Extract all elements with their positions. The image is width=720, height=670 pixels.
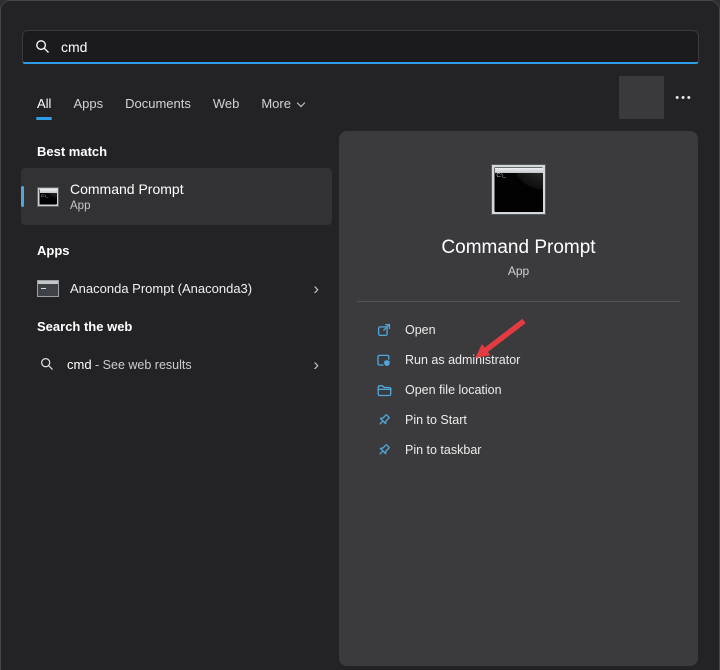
chevron-down-icon (297, 99, 305, 107)
action-label: Open file location (405, 383, 502, 397)
divider (357, 301, 680, 302)
more-options-icon[interactable]: ••• (667, 87, 701, 109)
selection-indicator (21, 186, 24, 207)
pin-icon (376, 442, 392, 458)
tab-apps[interactable]: Apps (73, 96, 103, 111)
tab-web[interactable]: Web (213, 96, 240, 111)
action-run-as-administrator[interactable]: Run as administrator (376, 345, 698, 375)
search-the-web-heading: Search the web (37, 319, 132, 334)
action-pin-to-start[interactable]: Pin to Start (376, 405, 698, 435)
best-match-heading: Best match (37, 144, 107, 159)
folder-icon (376, 382, 392, 398)
action-label: Pin to Start (405, 413, 467, 427)
action-label: Pin to taskbar (405, 443, 481, 457)
apps-heading: Apps (37, 243, 70, 258)
filter-tabs: All Apps Documents Web More (37, 89, 304, 117)
action-label: Run as administrator (405, 353, 520, 367)
result-subtitle: App (70, 200, 184, 212)
search-flyout-window: All Apps Documents Web More ••• Best mat… (0, 0, 720, 670)
web-query: cmd (67, 357, 92, 372)
chevron-right-icon[interactable]: › (313, 280, 319, 297)
command-prompt-icon: C:\_ (37, 187, 59, 207)
action-list: Open Run as administrator Open file loca… (339, 315, 698, 465)
preview-title: Command Prompt (441, 237, 595, 259)
result-web-search-cmd[interactable]: cmd - See web results › (21, 341, 332, 387)
action-label: Open (405, 323, 436, 337)
result-label: Anaconda Prompt (Anaconda3) (70, 281, 252, 296)
search-icon (40, 357, 54, 371)
result-anaconda-prompt[interactable]: Anaconda Prompt (Anaconda3) › (21, 265, 332, 311)
account-area[interactable] (619, 76, 664, 119)
pin-icon (376, 412, 392, 428)
preview-panel: C:\_ Command Prompt App Open Run as admi… (339, 131, 698, 666)
chevron-right-icon[interactable]: › (313, 356, 319, 373)
web-suffix: - See web results (92, 358, 192, 372)
action-open[interactable]: Open (376, 315, 698, 345)
command-prompt-icon-large: C:\_ (491, 164, 546, 215)
tab-documents[interactable]: Documents (125, 96, 191, 111)
run-as-administrator-icon (376, 352, 392, 368)
action-open-file-location[interactable]: Open file location (376, 375, 698, 405)
tab-all[interactable]: All (37, 96, 51, 111)
best-match-result-command-prompt[interactable]: C:\_ Command Prompt App (21, 168, 332, 225)
search-bar[interactable] (22, 30, 699, 64)
action-pin-to-taskbar[interactable]: Pin to taskbar (376, 435, 698, 465)
tab-more[interactable]: More (261, 96, 304, 111)
result-title: Command Prompt (70, 181, 184, 197)
search-icon (35, 39, 50, 54)
search-input[interactable] (61, 39, 686, 55)
preview-subtitle: App (508, 264, 529, 278)
open-icon (376, 322, 392, 338)
anaconda-prompt-icon (37, 280, 59, 297)
